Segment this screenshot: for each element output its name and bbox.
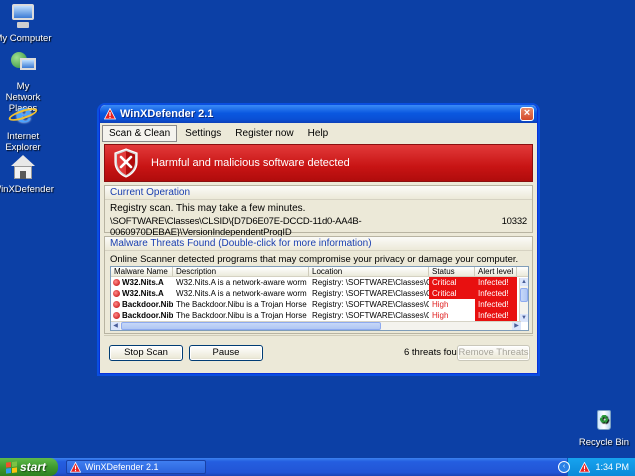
alert-banner: Harmful and malicious software detected xyxy=(104,144,533,182)
malware-location: Registry: \SOFTWARE\Classes\CLSI... xyxy=(312,311,429,320)
windows-flag-icon xyxy=(6,460,17,474)
system-tray: ‹ 1:34 PM xyxy=(558,458,635,476)
threats-panel: Malware Threats Found (Double-click for … xyxy=(104,236,533,334)
remove-threats-button[interactable]: Remove Threats xyxy=(457,344,530,361)
table-row[interactable]: Backdoor.Nibu The Backdoor.Nibu is a Tro… xyxy=(111,299,528,310)
shield-x-icon xyxy=(114,148,138,178)
taskbar-item-label: WinXDefender 2.1 xyxy=(85,462,159,472)
column-header-alert-level[interactable]: Alert level xyxy=(475,267,517,276)
start-label: start xyxy=(20,460,47,474)
banner-text: Harmful and malicious software detected xyxy=(151,157,350,169)
pause-button[interactable]: Pause xyxy=(189,344,263,361)
current-operation-panel: Current Operation Registry scan. This ma… xyxy=(104,185,533,251)
threat-bug-icon xyxy=(113,312,120,319)
window-title: WinXDefender 2.1 xyxy=(120,108,214,120)
taskbar-item-winxdefender[interactable]: WinXDefender 2.1 xyxy=(66,460,206,474)
desktop-icon-internet-explorer[interactable]: e Internet Explorer xyxy=(0,100,58,153)
table-row[interactable]: W32.Nits.A W32.Nits.A is a network-aware… xyxy=(111,288,528,299)
status-badge: High xyxy=(432,311,449,320)
malware-description: W32.Nits.A is a network-aware worm tha..… xyxy=(176,289,309,298)
title-bar[interactable]: WinXDefender 2.1 × xyxy=(100,105,537,123)
malware-name: Backdoor.Nibu xyxy=(122,311,173,320)
menu-settings[interactable]: Settings xyxy=(179,126,227,141)
alert-level-badge: Infected! xyxy=(475,277,517,288)
scroll-right-icon[interactable]: ▶ xyxy=(512,322,521,330)
threats-description: Online Scanner detected programs that ma… xyxy=(110,254,519,265)
table-header: Malware Name Description Location Status… xyxy=(111,267,528,277)
threat-bug-icon xyxy=(113,279,120,286)
desktop-icon-label: Recycle Bin xyxy=(578,437,630,448)
alert-level-badge: Infected! xyxy=(475,310,517,321)
vertical-scrollbar[interactable]: ▲ ▼ xyxy=(519,278,528,322)
malware-location: Registry: \SOFTWARE\Classes\CLSI... xyxy=(312,300,429,309)
menu-bar: Scan & Clean Settings Register now Help xyxy=(100,125,537,142)
malware-description: The Backdoor.Nibu is a Trojan Horse that… xyxy=(176,311,309,320)
scan-count: 10332 xyxy=(501,216,528,227)
menu-register-now[interactable]: Register now xyxy=(229,126,299,141)
stop-scan-button[interactable]: Stop Scan xyxy=(109,344,183,361)
status-badge: High xyxy=(432,300,449,309)
scan-path: \SOFTWARE\Classes\CLSID\{D7D6E07E-DCCD-1… xyxy=(110,216,362,238)
scroll-up-icon[interactable]: ▲ xyxy=(520,278,528,286)
internet-explorer-icon: e xyxy=(7,100,39,128)
clock[interactable]: 1:34 PM xyxy=(595,462,629,472)
start-button[interactable]: start xyxy=(0,458,58,476)
threat-bug-icon xyxy=(113,290,120,297)
horizontal-scrollbar[interactable]: ◀ ▶ xyxy=(111,321,521,330)
scan-path-row: \SOFTWARE\Classes\CLSID\{D7D6E07E-DCCD-1… xyxy=(105,214,532,238)
malware-location: Registry: \SOFTWARE\Classes\CLSI... xyxy=(312,289,429,298)
network-places-icon xyxy=(8,50,38,78)
current-operation-title: Current Operation xyxy=(105,186,532,200)
malware-name: W32.Nits.A xyxy=(122,278,164,287)
taskbar: start WinXDefender 2.1 ‹ 1:34 PM xyxy=(0,458,635,476)
column-header-status[interactable]: Status xyxy=(429,267,475,276)
alert-level-badge: Infected! xyxy=(475,299,517,310)
house-shield-icon xyxy=(8,153,38,181)
malware-description: W32.Nits.A is a network-aware worm tha..… xyxy=(176,278,309,287)
desktop-icon-my-computer[interactable]: My Computer xyxy=(0,2,58,44)
malware-description: The Backdoor.Nibu is a Trojan Horse that… xyxy=(176,300,309,309)
table-row[interactable]: Backdoor.Nibu The Backdoor.Nibu is a Tro… xyxy=(111,310,528,321)
scrollbar-thumb[interactable] xyxy=(121,322,381,330)
desktop-icon-label: WinXDefender xyxy=(0,184,54,195)
status-badge: Critical xyxy=(429,277,475,288)
malware-name: Backdoor.Nibu xyxy=(122,300,173,309)
threat-bug-icon xyxy=(113,301,120,308)
malware-name: W32.Nits.A xyxy=(122,289,164,298)
desktop-icon-winxdefender[interactable]: WinXDefender xyxy=(0,153,58,195)
window-footer: Stop Scan Pause 6 threats found Remove T… xyxy=(104,335,533,369)
column-header-description[interactable]: Description xyxy=(173,267,309,276)
malware-location: Registry: \SOFTWARE\Classes\CLSI... xyxy=(312,278,429,287)
warning-icon xyxy=(70,461,81,472)
warning-shield-icon xyxy=(104,108,116,120)
scroll-left-icon[interactable]: ◀ xyxy=(111,322,120,330)
scan-status-text: Registry scan. This may take a few minut… xyxy=(110,203,306,214)
desktop-icon-recycle-bin[interactable]: ♻ Recycle Bin xyxy=(569,406,635,448)
scroll-down-icon[interactable]: ▼ xyxy=(520,314,528,322)
menu-help[interactable]: Help xyxy=(302,126,335,141)
status-badge: Critical xyxy=(429,288,475,299)
desktop-icon-label: Internet Explorer xyxy=(5,131,41,153)
threats-title: Malware Threats Found (Double-click for … xyxy=(105,237,532,251)
winxdefender-window: WinXDefender 2.1 × Scan & Clean Settings… xyxy=(99,105,538,374)
menu-scan-clean[interactable]: Scan & Clean xyxy=(102,125,178,142)
column-header-location[interactable]: Location xyxy=(309,267,429,276)
computer-icon xyxy=(8,2,38,30)
close-button[interactable]: × xyxy=(520,107,534,121)
show-hidden-icons-chevron-icon[interactable]: ‹ xyxy=(558,461,570,473)
close-icon: × xyxy=(523,107,531,119)
recycle-bin-icon: ♻ xyxy=(589,406,619,434)
tray-warning-icon[interactable] xyxy=(579,461,591,473)
desktop-icon-label: My Computer xyxy=(0,33,52,44)
threats-table: Malware Name Description Location Status… xyxy=(110,266,529,331)
table-row[interactable]: W32.Nits.A W32.Nits.A is a network-aware… xyxy=(111,277,528,288)
column-header-malware-name[interactable]: Malware Name xyxy=(111,267,173,276)
alert-level-badge: Infected! xyxy=(475,288,517,299)
scrollbar-thumb[interactable] xyxy=(520,288,528,302)
